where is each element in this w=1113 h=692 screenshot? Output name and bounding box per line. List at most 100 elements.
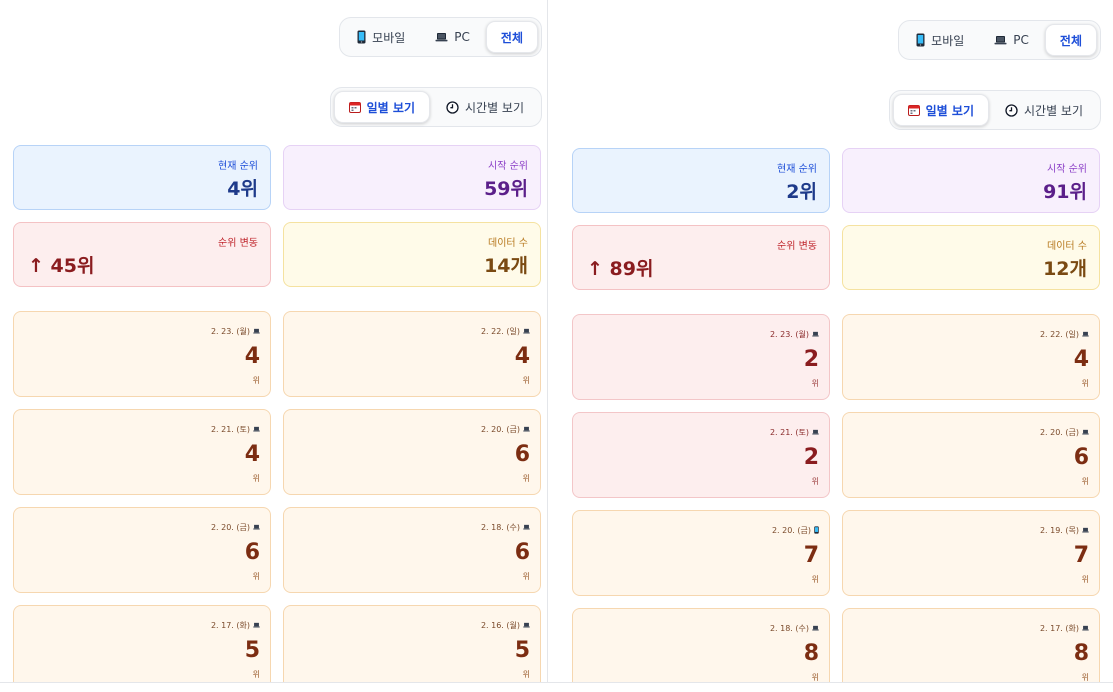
data-count-card: 데이터 수 14개 (283, 222, 541, 287)
device-tab-2[interactable]: 전체 (485, 21, 538, 53)
device-tab-label: 전체 (1059, 33, 1082, 48)
device-filter-tabs: 모바일 PC 전체 (339, 17, 542, 57)
view-tab-0[interactable]: 일별 보기 (892, 94, 989, 126)
device-tab-2[interactable]: 전체 (1044, 24, 1097, 56)
laptop-icon (253, 327, 260, 336)
view-tab-1[interactable]: 시간별 보기 (991, 94, 1097, 126)
daily-rank-card: 2. 20. (금) 6 위 (283, 409, 541, 495)
current-rank-label: 현재 순위 (218, 161, 258, 172)
data-count-value: 12개 (1043, 258, 1087, 280)
clock-icon (1005, 103, 1018, 117)
daily-rank-unit: 위 (522, 474, 530, 483)
laptop-icon (435, 32, 448, 42)
view-tab-label: 일별 보기 (925, 103, 974, 118)
start-rank-card: 시작 순위 91위 (842, 148, 1100, 213)
daily-rank-value: 4 (244, 442, 260, 467)
daily-date-text: 2. 19. (목) (1039, 526, 1079, 535)
daily-date-text: 2. 18. (수) (480, 523, 520, 532)
laptop-icon (253, 621, 260, 630)
daily-rank-card: 2. 18. (수) 6 위 (283, 507, 541, 593)
daily-date-text: 2. 21. (토) (769, 428, 809, 437)
daily-date: 2. 23. (월) (770, 329, 819, 340)
laptop-icon (1082, 526, 1089, 535)
laptop-icon (1082, 330, 1089, 339)
device-tab-label: 전체 (500, 30, 523, 45)
start-rank-card: 시작 순위 59위 (283, 145, 541, 210)
daily-rank-unit: 위 (252, 474, 260, 483)
laptop-icon (994, 35, 1007, 45)
device-tab-label: 모바일 (372, 30, 406, 45)
daily-rank-unit: 위 (811, 575, 819, 584)
daily-rank-value: 7 (1073, 543, 1089, 568)
daily-rank-value: 2 (803, 347, 819, 372)
daily-date-text: 2. 23. (월) (769, 330, 809, 339)
daily-rank-card: 2. 22. (일) 4 위 (283, 311, 541, 397)
daily-rank-unit: 위 (522, 572, 530, 581)
daily-date-text: 2. 20. (금) (771, 526, 811, 535)
current-rank-card: 현재 순위 2위 (572, 148, 830, 213)
device-tab-1[interactable]: PC (421, 21, 484, 53)
daily-rank-unit: 위 (252, 670, 260, 679)
device-tab-label: PC (1013, 33, 1029, 47)
view-tab-1[interactable]: 시간별 보기 (432, 91, 538, 123)
rank-panel-right: 모바일 PC 전체 일별 보기 시간별 보기 현재 순위 2위 시작 순위 91위 순위 변동 ↑ … (559, 3, 1101, 682)
daily-date-text: 2. 20. (금) (210, 523, 250, 532)
daily-date-text: 2. 22. (일) (1039, 330, 1079, 339)
laptop-icon (523, 327, 530, 336)
mobile-icon (814, 525, 819, 536)
laptop-icon (523, 621, 530, 630)
view-tab-label: 시간별 보기 (1023, 103, 1083, 118)
laptop-icon (812, 624, 819, 633)
laptop-icon (1082, 624, 1089, 633)
daily-date: 2. 20. (금) (1040, 427, 1089, 438)
mobile-icon (357, 30, 366, 44)
daily-rank-unit: 위 (811, 379, 819, 388)
data-count-label: 데이터 수 (488, 238, 528, 249)
daily-date: 2. 21. (토) (211, 424, 260, 435)
view-tab-label: 시간별 보기 (464, 100, 524, 115)
daily-rank-value: 6 (244, 540, 260, 565)
daily-rank-value: 4 (244, 344, 260, 369)
daily-date-text: 2. 21. (토) (210, 425, 250, 434)
daily-rank-card: 2. 16. (월) 5 위 (283, 605, 541, 682)
mobile-icon (916, 33, 925, 47)
start-rank-value: 59위 (484, 178, 528, 200)
rank-panel-left: 모바일 PC 전체 일별 보기 시간별 보기 현재 순위 4위 시작 순위 59위 순위 변동 ↑ … (0, 0, 542, 682)
device-tab-0[interactable]: 모바일 (902, 24, 978, 56)
daily-rank-unit: 위 (1081, 477, 1089, 486)
device-filter-tabs: 모바일 PC 전체 (898, 20, 1101, 60)
device-tab-0[interactable]: 모바일 (343, 21, 419, 53)
start-rank-label: 시작 순위 (488, 161, 528, 172)
daily-date-text: 2. 20. (금) (1039, 428, 1079, 437)
daily-rank-card: 2. 20. (금) 6 위 (842, 412, 1100, 498)
laptop-icon (812, 428, 819, 437)
rank-change-label: 순위 변동 (218, 238, 258, 249)
view-tab-0[interactable]: 일별 보기 (333, 91, 430, 123)
daily-date-text: 2. 17. (화) (1039, 624, 1079, 633)
daily-rank-value: 4 (1073, 347, 1089, 372)
daily-rank-card: 2. 21. (토) 4 위 (13, 409, 271, 495)
daily-rank-value: 4 (514, 344, 530, 369)
daily-date: 2. 22. (일) (1040, 329, 1089, 340)
daily-rank-unit: 위 (1081, 575, 1089, 584)
daily-date-text: 2. 18. (수) (769, 624, 809, 633)
daily-rank-value: 8 (803, 641, 819, 666)
view-mode-tabs: 일별 보기 시간별 보기 (329, 87, 542, 127)
daily-date-text: 2. 22. (일) (480, 327, 520, 336)
daily-rank-card: 2. 17. (화) 8 위 (842, 608, 1100, 682)
daily-date: 2. 23. (월) (211, 326, 260, 337)
daily-rank-card: 2. 23. (월) 2 위 (572, 314, 830, 400)
daily-rank-unit: 위 (252, 572, 260, 581)
device-tab-1[interactable]: PC (980, 24, 1043, 56)
laptop-icon (253, 425, 260, 434)
daily-rank-value: 6 (514, 442, 530, 467)
current-rank-label: 현재 순위 (777, 164, 817, 175)
current-rank-value: 4위 (227, 178, 258, 200)
calendar-icon (348, 101, 361, 113)
calendar-icon (907, 104, 920, 116)
daily-date-text: 2. 16. (월) (480, 621, 520, 630)
laptop-icon (812, 330, 819, 339)
daily-rank-card: 2. 21. (토) 2 위 (572, 412, 830, 498)
daily-rank-unit: 위 (252, 376, 260, 385)
rank-change-value: ↑ 45위 (28, 255, 95, 277)
